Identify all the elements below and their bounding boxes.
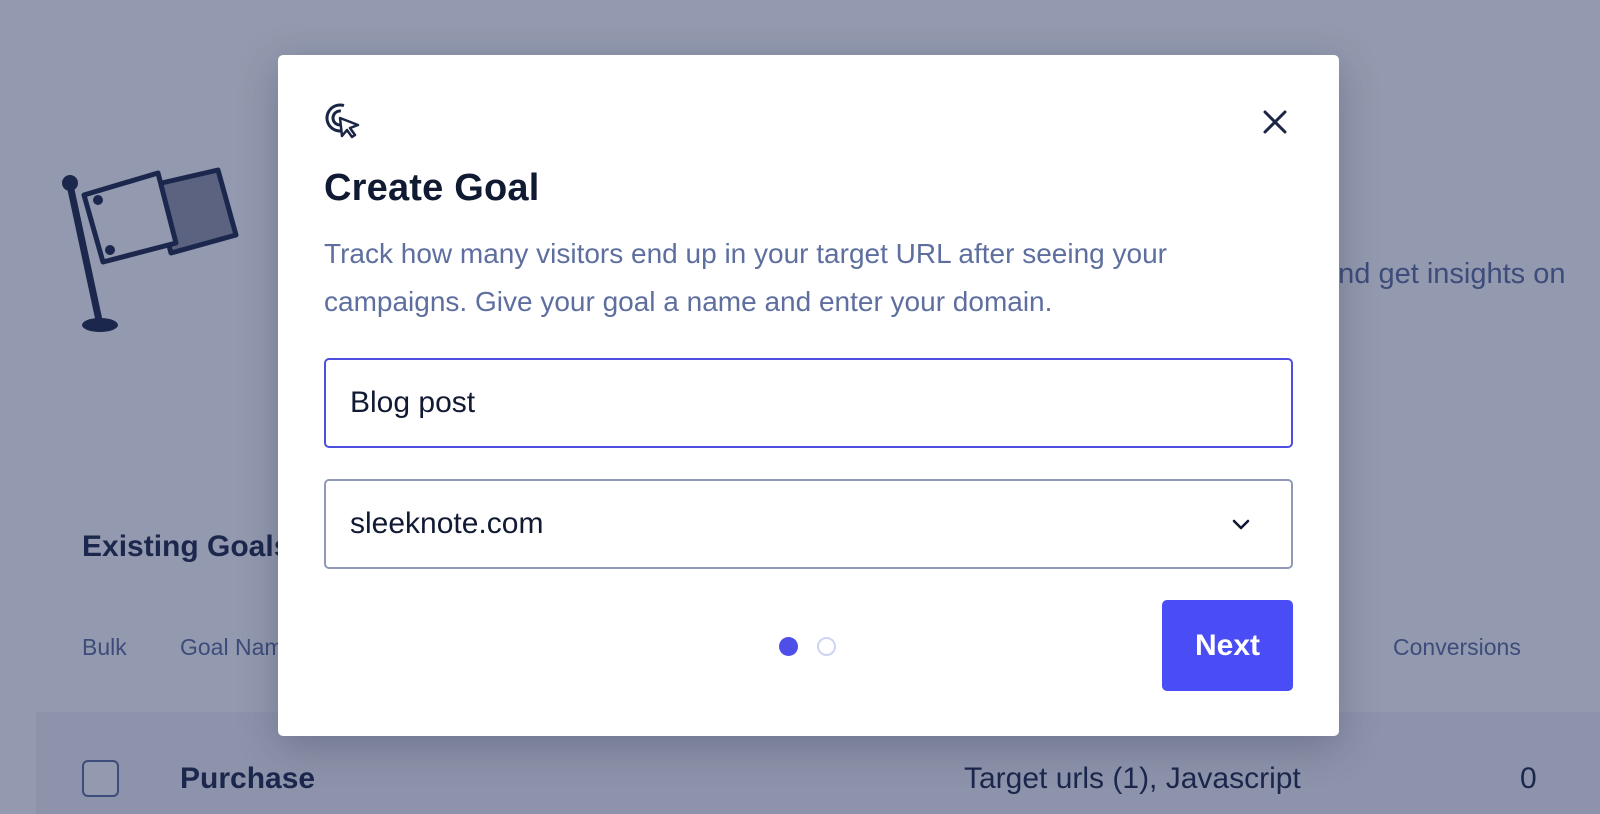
domain-select[interactable]: sleeknote.com <box>324 479 1293 569</box>
cursor-click-icon <box>325 103 360 139</box>
close-button[interactable] <box>1258 105 1292 139</box>
domain-select-value: sleeknote.com <box>350 507 544 540</box>
step-dot-active[interactable] <box>779 637 798 656</box>
chevron-down-icon <box>1232 519 1250 530</box>
goal-name-input[interactable] <box>324 358 1293 448</box>
create-goal-modal: Create Goal Track how many visitors end … <box>278 55 1339 736</box>
modal-description: Track how many visitors end up in your t… <box>324 238 1167 317</box>
step-dot-inactive[interactable] <box>817 637 836 656</box>
modal-title: Create Goal <box>324 167 540 209</box>
close-icon <box>1263 110 1287 134</box>
step-indicator <box>779 637 836 656</box>
next-button[interactable]: Next <box>1162 600 1293 691</box>
